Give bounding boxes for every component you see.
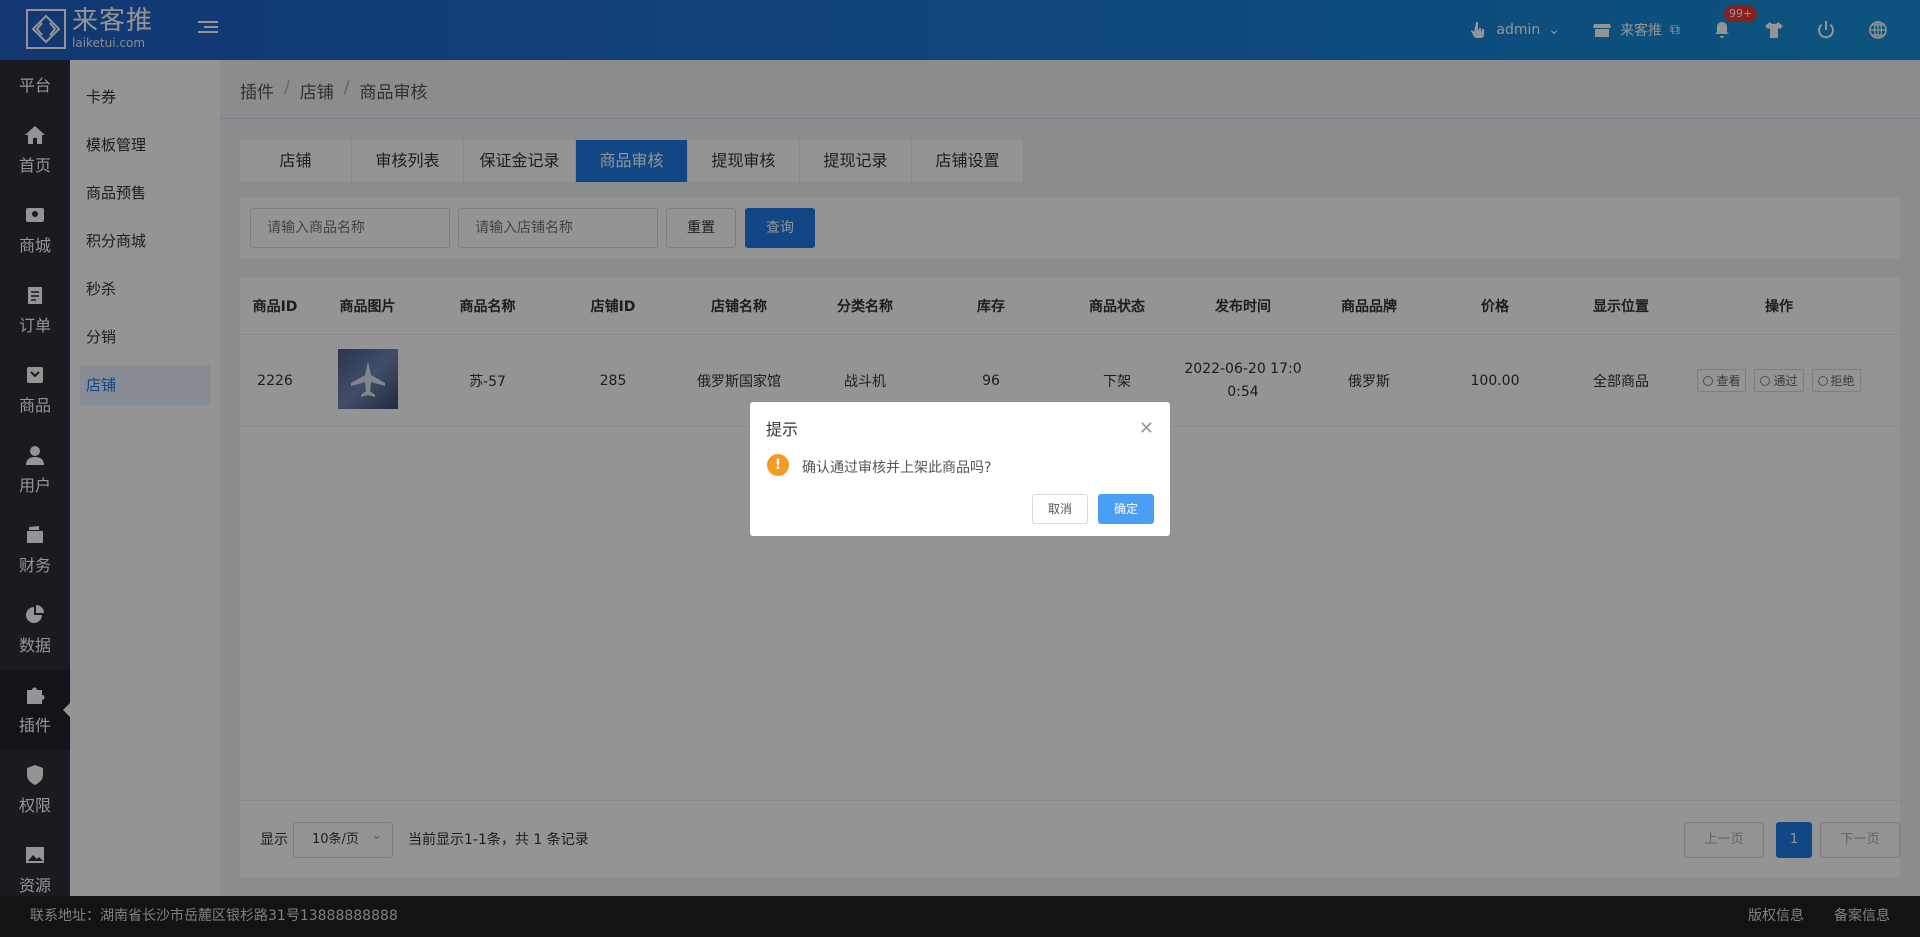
close-icon[interactable]: ✕ [1139, 420, 1154, 438]
dialog-message: 确认通过审核并上架此商品吗? [802, 460, 992, 476]
warning-icon: ! [767, 454, 789, 476]
confirm-button[interactable]: 确定 [1098, 494, 1154, 524]
confirm-dialog: 提示 ✕ ! 确认通过审核并上架此商品吗? 取消 确定 [750, 402, 1170, 536]
dialog-title: 提示 [766, 420, 799, 439]
cancel-button[interactable]: 取消 [1032, 494, 1088, 524]
